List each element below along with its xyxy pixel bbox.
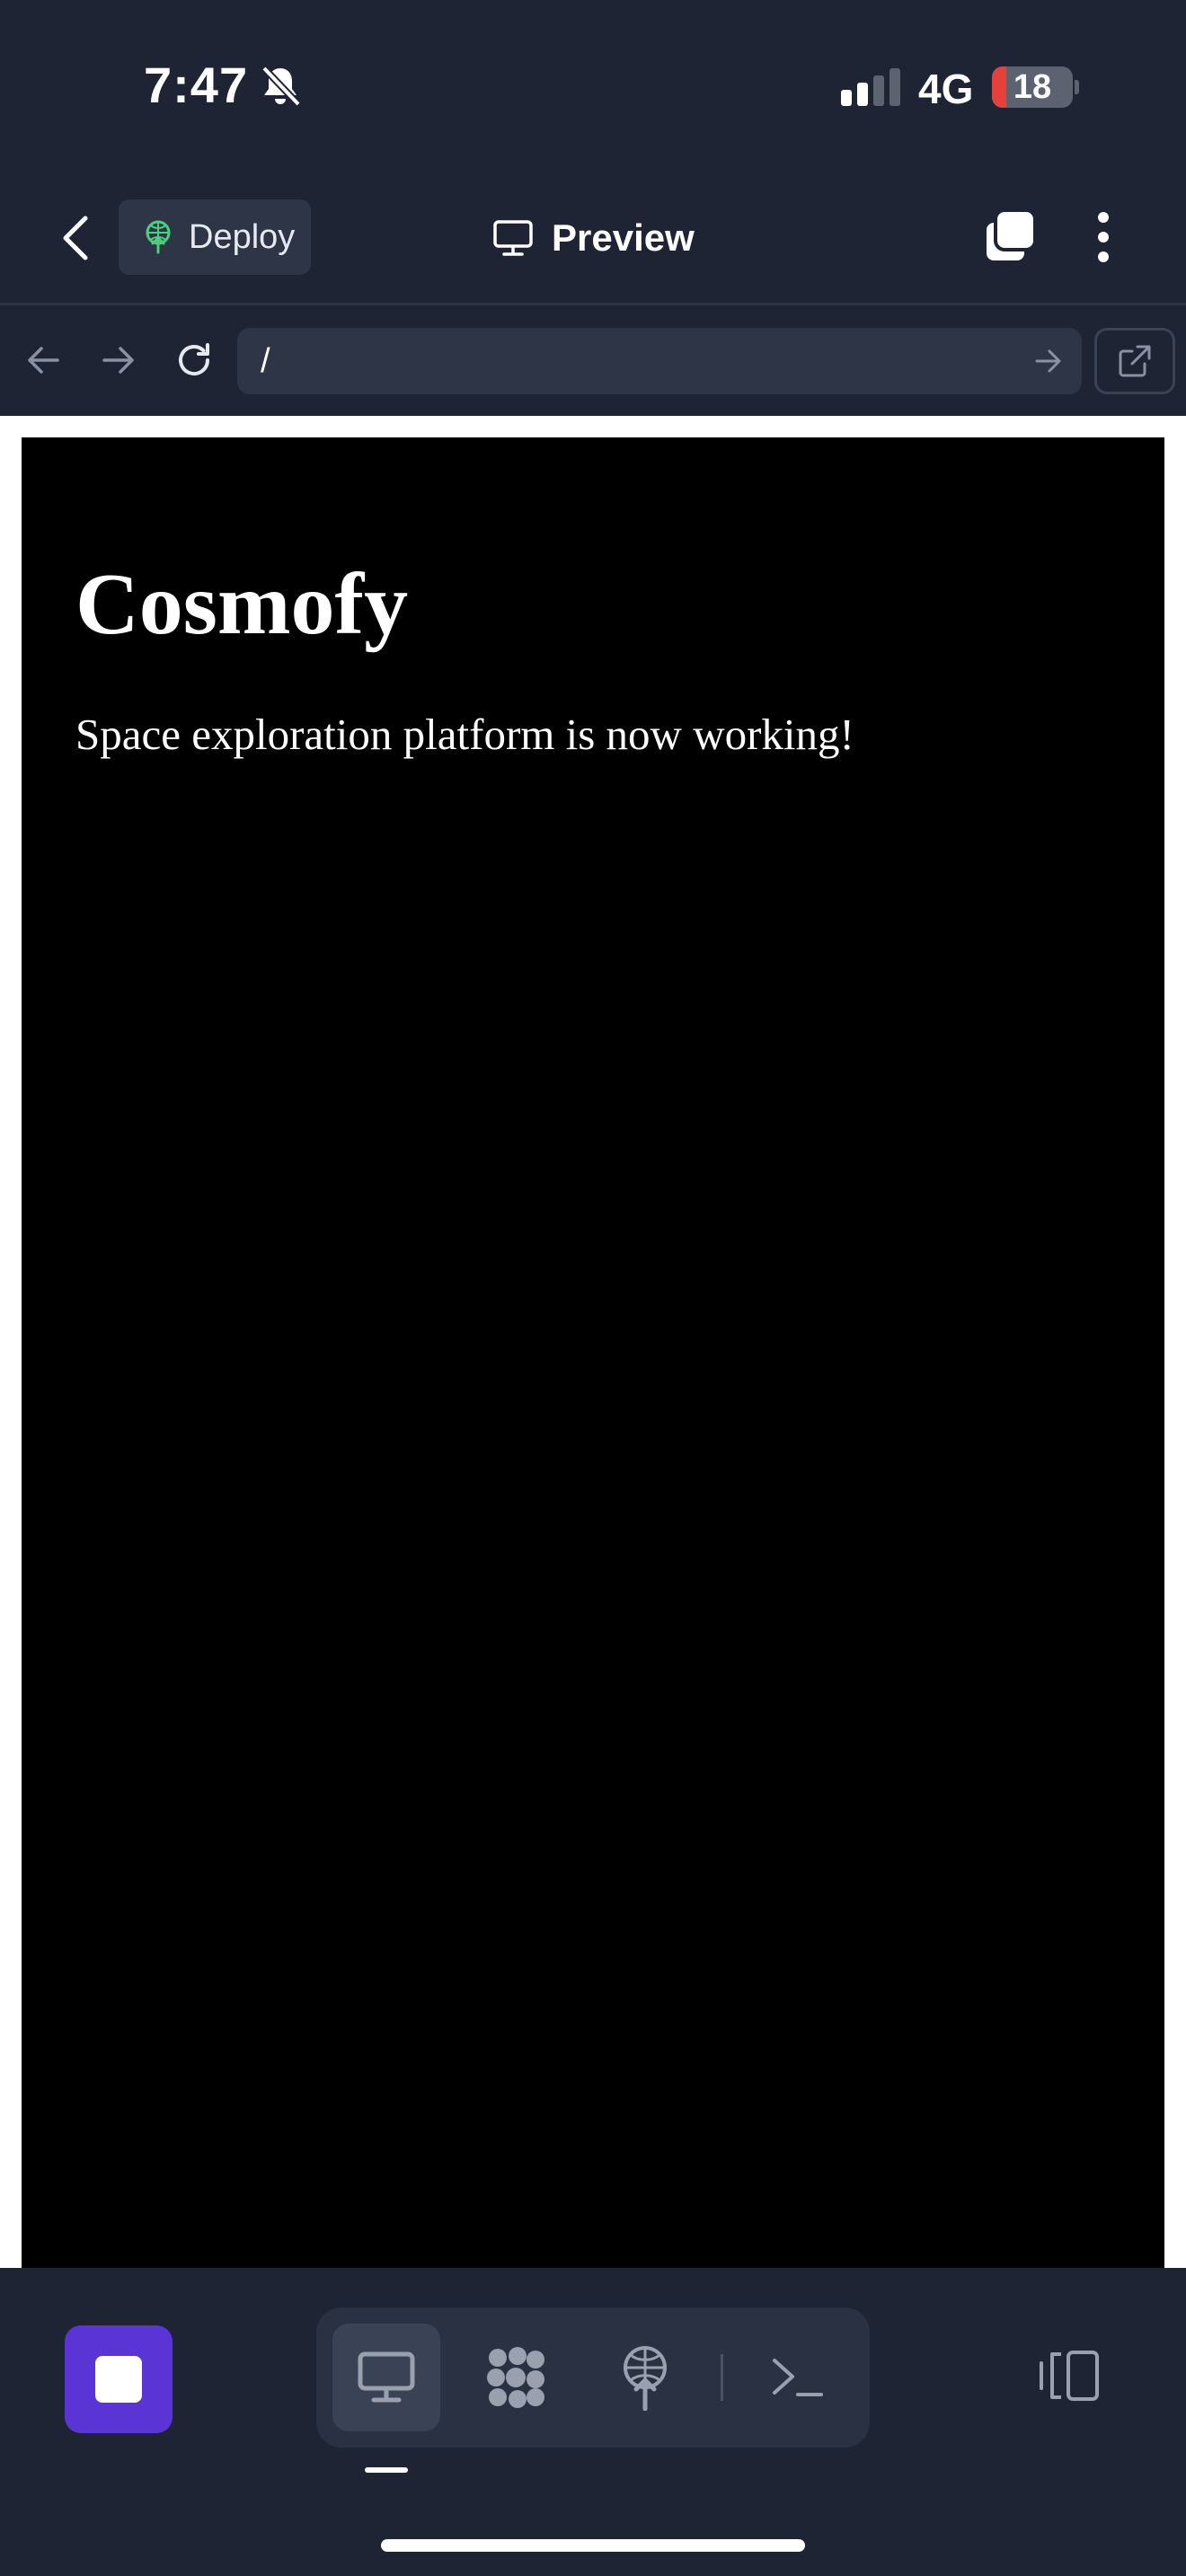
page-title: Preview bbox=[492, 205, 695, 271]
deploy-button[interactable]: Deploy bbox=[119, 199, 311, 275]
url-input[interactable]: / bbox=[237, 328, 1082, 394]
tabs-icon[interactable] bbox=[981, 208, 1039, 266]
stop-button[interactable] bbox=[65, 2325, 173, 2433]
deploy-icon bbox=[624, 2346, 667, 2411]
tab-deploy[interactable] bbox=[591, 2324, 699, 2431]
refresh-icon bbox=[179, 343, 209, 375]
preview-page[interactable]: Cosmofy Space exploration platform is no… bbox=[22, 437, 1164, 2270]
split-view-button[interactable] bbox=[1033, 2340, 1105, 2412]
view-switcher bbox=[316, 2307, 870, 2448]
active-tab-indicator bbox=[365, 2467, 408, 2473]
arrow-right-icon bbox=[102, 347, 134, 374]
home-indicator bbox=[381, 2539, 805, 2552]
browser-toolbar: / bbox=[0, 308, 1186, 416]
split-view-icon bbox=[1040, 2351, 1099, 2401]
arrow-right-icon[interactable] bbox=[1031, 344, 1066, 378]
network-type: 4G bbox=[918, 66, 974, 112]
stop-icon bbox=[95, 2356, 142, 2403]
arrow-left-icon bbox=[28, 347, 59, 374]
tab-terminal[interactable] bbox=[744, 2324, 852, 2431]
external-link-icon bbox=[1119, 345, 1151, 377]
status-time: 7:47 bbox=[144, 57, 249, 113]
terminal-icon bbox=[773, 2359, 823, 2396]
bottom-toolbar bbox=[0, 2268, 1186, 2576]
chevron-left-icon bbox=[63, 216, 88, 260]
app-header: Deploy Preview bbox=[0, 171, 1186, 305]
browser-forward-button[interactable] bbox=[93, 335, 144, 385]
deploy-icon bbox=[146, 220, 171, 254]
tab-agents[interactable] bbox=[462, 2324, 570, 2431]
open-external-button[interactable] bbox=[1094, 328, 1175, 394]
agents-icon bbox=[487, 2347, 544, 2408]
status-bar: 7:47 4G 18 bbox=[0, 0, 1186, 171]
more-vertical-icon bbox=[1098, 212, 1109, 223]
signal-icon bbox=[841, 68, 900, 106]
preview-frame: Cosmofy Space exploration platform is no… bbox=[0, 416, 1186, 2270]
browser-back-button[interactable] bbox=[18, 335, 68, 385]
monitor-icon bbox=[358, 2351, 415, 2403]
bell-muted-icon bbox=[261, 66, 301, 107]
site-title: Cosmofy bbox=[75, 556, 409, 653]
deploy-label: Deploy bbox=[189, 217, 296, 256]
more-options-button[interactable] bbox=[1085, 208, 1121, 266]
battery-indicator: 18 bbox=[992, 66, 1079, 108]
tab-preview[interactable] bbox=[332, 2324, 440, 2431]
back-button[interactable] bbox=[50, 207, 101, 269]
url-text: / bbox=[261, 342, 270, 380]
battery-level: 18 bbox=[1013, 68, 1052, 106]
divider bbox=[721, 2354, 723, 2401]
refresh-button[interactable] bbox=[169, 335, 219, 385]
monitor-icon bbox=[493, 220, 533, 256]
page-title-text: Preview bbox=[552, 216, 695, 259]
site-message: Space exploration platform is now workin… bbox=[75, 710, 854, 759]
